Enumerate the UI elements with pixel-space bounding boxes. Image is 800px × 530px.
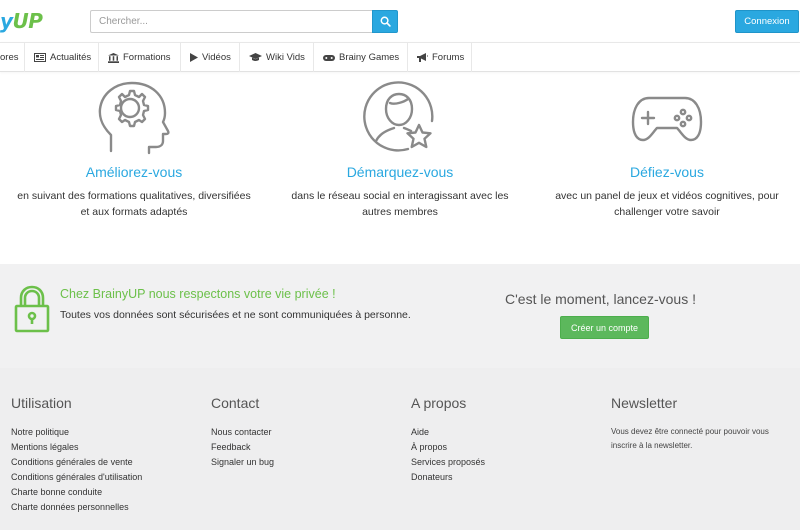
logo-text-part1: y: [0, 9, 13, 33]
feature-text: en suivant des formations qualitatives, …: [17, 190, 251, 218]
logo-text-part2: UP: [12, 9, 43, 33]
feature-text: avec un panel de jeux et vidéos cognitiv…: [555, 190, 779, 218]
nav-item-partial[interactable]: ores: [0, 43, 25, 72]
nav-item-label: Forums: [432, 52, 465, 63]
footer-link[interactable]: Signaler un bug: [211, 455, 274, 470]
create-account-button[interactable]: Créer un compte: [560, 316, 649, 339]
footer-link[interactable]: Conditions générales de vente: [11, 455, 142, 470]
lock-icon: [14, 285, 50, 338]
feature-title: Améliorez-vous: [85, 164, 183, 180]
privacy-title: Chez BrainyUP nous respectons votre vie …: [60, 287, 336, 301]
nav-item-brainy-games[interactable]: Brainy Games: [314, 43, 408, 72]
institution-icon: [108, 52, 119, 63]
footer-link[interactable]: Charte bonne conduite: [11, 485, 142, 500]
feature-title: Défiez-vous: [630, 164, 704, 180]
gamepad-icon: [547, 80, 787, 158]
footer-link[interactable]: Nous contacter: [211, 425, 274, 440]
footer-link[interactable]: Feedback: [211, 440, 274, 455]
nav-item-label: Wiki Vids: [266, 52, 305, 63]
feature-text: dans le réseau social en interagissant a…: [291, 190, 509, 218]
footer-link[interactable]: Donateurs: [411, 470, 485, 485]
search-icon: [380, 16, 391, 27]
main-nav: ores Actualités Formations Vidéos Wiki V…: [0, 42, 800, 72]
footer-link[interactable]: Mentions légales: [11, 440, 142, 455]
footer-col-title: Utilisation: [11, 395, 72, 411]
nav-item-wiki-vids[interactable]: Wiki Vids: [240, 43, 314, 72]
footer-link[interactable]: Services proposés: [411, 455, 485, 470]
feature-ameliorez: Améliorez-vous en suivant des formations…: [14, 80, 254, 220]
footer-link[interactable]: Notre politique: [11, 425, 142, 440]
brain-gear-icon: [14, 80, 254, 158]
gamepad-icon: [323, 54, 335, 62]
newsletter-text: Vous devez être connecté pour pouvoir vo…: [611, 427, 769, 450]
feature-demarquez: Démarquez-vous dans le réseau social en …: [280, 80, 520, 220]
feature-defiez: Défiez-vous avec un panel de jeux et vid…: [547, 80, 787, 220]
feature-title: Démarquez-vous: [346, 164, 454, 180]
play-icon: [190, 53, 198, 62]
footer-link[interactable]: Aide: [411, 425, 485, 440]
footer-col-title: Newsletter: [611, 395, 678, 411]
search-button[interactable]: [372, 10, 398, 33]
cta-title: C'est le moment, lancez-vous !: [505, 291, 696, 307]
graduation-cap-icon: [249, 53, 262, 62]
footer-link[interactable]: Conditions générales d'utilisation: [11, 470, 142, 485]
nav-item-forums[interactable]: Forums: [408, 43, 472, 72]
newspaper-icon: [34, 53, 46, 62]
nav-item-label: Actualités: [50, 52, 92, 63]
header: yUP Connexion: [0, 0, 800, 42]
logo[interactable]: yUP: [0, 9, 43, 33]
nav-item-label: Brainy Games: [339, 52, 400, 63]
nav-item-actualites[interactable]: Actualités: [25, 43, 99, 72]
search-input[interactable]: [90, 10, 372, 33]
search-bar: [90, 10, 398, 33]
nav-item-label: Vidéos: [202, 52, 231, 63]
user-star-icon: [280, 80, 520, 158]
privacy-text: Toutes vos données sont sécurisées et ne…: [60, 309, 411, 321]
footer-col-apropos: A propos Aide À propos Services proposés…: [411, 395, 485, 485]
footer-link[interactable]: Charte données personnelles: [11, 500, 142, 515]
nav-item-videos[interactable]: Vidéos: [181, 43, 240, 72]
footer-link[interactable]: À propos: [411, 440, 485, 455]
footer-col-contact: Contact Nous contacter Feedback Signaler…: [211, 395, 274, 470]
footer-col-title: Contact: [211, 395, 260, 411]
footer-col-utilisation: Utilisation Notre politique Mentions lég…: [11, 395, 142, 515]
login-button[interactable]: Connexion: [735, 10, 799, 33]
nav-item-label: ores: [0, 52, 19, 63]
bullhorn-icon: [417, 53, 428, 62]
footer-col-title: A propos: [411, 395, 467, 411]
nav-item-label: Formations: [123, 52, 171, 63]
footer-col-newsletter: Newsletter Vous devez être connecté pour…: [611, 395, 786, 452]
nav-item-formations[interactable]: Formations: [99, 43, 181, 72]
